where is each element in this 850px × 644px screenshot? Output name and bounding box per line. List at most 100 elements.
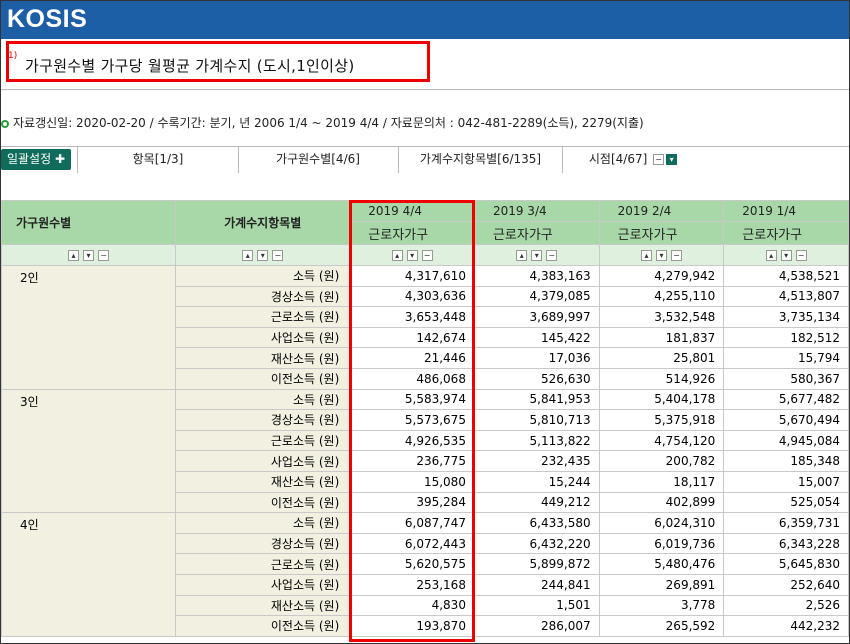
value-cell: 5,645,830 [723,553,849,575]
remove-icon[interactable]: − [670,250,682,261]
value-cell: 4,513,807 [723,285,849,308]
budget-item-label: 사업소득 (원) [175,450,351,472]
table-row: 4인 소득 (원) 6,087,747 6,433,580 6,024,310 6,359… [1,512,849,637]
value-cell: 244,841 [473,573,600,596]
column-household-type: 근로자가구 [473,221,600,245]
value-cell: 4,538,521 [723,265,849,287]
remove-icon[interactable]: − [421,250,433,261]
value-cell: 6,024,310 [598,512,725,534]
tab-budget-item[interactable]: 가계수지항목별[6/135] [399,147,563,173]
column-date: 2019 4/4 [349,200,475,222]
value-cell: 3,653,448 [349,306,475,328]
remove-icon[interactable]: − [546,250,558,261]
budget-item-label: 재산소득 (원) [175,470,351,493]
sort-up-icon[interactable]: ▴ [68,250,80,261]
remove-icon[interactable]: − [98,250,110,261]
sort-controls: ▴ ▾ − [473,244,600,266]
sort-up-icon[interactable]: ▴ [391,250,403,261]
value-cell: 15,794 [723,347,849,369]
column-header-budget-item: 가계수지항목별 [175,200,351,245]
value-cell: 5,670,494 [723,409,849,431]
budget-item-label: 경상소득 (원) [175,532,351,555]
value-cell: 5,841,953 [473,388,600,411]
sort-up-icon[interactable]: ▴ [765,250,777,261]
budget-item-label: 이전소득 (원) [175,615,351,637]
value-cell: 4,317,610 [349,265,475,287]
value-cell: 449,212 [473,491,600,514]
value-cell: 200,782 [598,450,725,472]
value-cell: 442,232 [723,615,849,637]
column-date: 2019 1/4 [723,200,849,222]
expand-down-icon[interactable]: ▾ [666,154,678,165]
value-cell: 402,899 [598,491,725,514]
tab-household-size-label: 가구원수별[4/6] [276,152,360,166]
value-cell: 5,573,675 [349,409,475,431]
value-cell: 4,945,084 [723,429,849,452]
value-cell: 193,870 [349,615,475,637]
column-household-type: 근로자가구 [349,221,475,245]
tab-item-label: 항목[1/3] [132,152,184,166]
value-cell: 4,926,535 [349,429,475,452]
value-cell: 5,375,918 [598,409,725,431]
table-row: 2인 소득 (원) 4,317,610 4,383,163 4,279,942 4,538… [1,265,849,390]
value-cell: 253,168 [349,573,475,596]
value-cell: 4,303,636 [349,285,475,308]
value-cell: 5,677,482 [723,388,849,411]
budget-item-label: 이전소득 (원) [175,367,351,390]
top-bar: KOSIS [1,1,849,39]
value-cell: 25,801 [598,347,725,369]
sort-up-icon[interactable]: ▴ [242,250,254,261]
value-cell: 580,367 [723,367,849,390]
tab-household-size[interactable]: 가구원수별[4/6] [238,147,399,173]
value-cell: 1,501 [473,594,600,617]
sort-down-icon[interactable]: ▾ [780,250,792,261]
batch-settings-button[interactable]: 일괄설정 ✚ [1,149,71,170]
page-title: 가구원수별 가구당 월평균 가계수지 (도시,1인이상) [25,57,355,75]
sort-down-icon[interactable]: ▾ [406,250,418,261]
value-cell: 21,446 [349,347,475,369]
sort-up-icon[interactable]: ▴ [516,250,528,261]
tab-period[interactable]: 시점[4/67] − ▾ [563,147,703,173]
remove-icon[interactable]: − [272,250,284,261]
value-cell: 182,512 [723,326,849,349]
budget-item-label: 소득 (원) [175,265,351,287]
value-cell: 15,080 [349,470,475,493]
household-size-label: 3인 [1,388,177,514]
budget-item-label: 재산소득 (원) [175,347,351,369]
value-cell: 5,113,822 [473,429,600,452]
value-cell: 6,087,747 [349,512,475,534]
sort-controls: ▴ ▾ − [175,244,351,266]
value-cell: 2,526 [723,594,849,617]
sort-down-icon[interactable]: ▾ [531,250,543,261]
value-cell: 6,343,228 [723,532,849,555]
sort-down-icon[interactable]: ▾ [655,250,667,261]
sort-down-icon[interactable]: ▾ [83,250,95,261]
minus-icon[interactable]: − [653,154,665,165]
kosis-logo[interactable]: KOSIS [7,5,87,34]
budget-item-label: 경상소득 (원) [175,285,351,308]
table-body: 2인 소득 (원) 4,317,610 4,383,163 4,279,942 4,538… [1,265,849,637]
sort-controls: ▴ ▾ − [1,244,177,266]
sort-controls: ▴ ▾ − [598,244,725,266]
value-cell: 3,689,997 [473,306,600,328]
value-cell: 236,775 [349,450,475,472]
value-cell: 6,432,220 [473,532,600,555]
tab-item[interactable]: 항목[1/3] [77,147,239,173]
tab-period-label: 시점[4/67] [588,152,648,166]
budget-item-label: 사업소득 (원) [175,573,351,596]
value-cell: 4,754,120 [598,429,725,452]
sort-controls: ▴ ▾ − [349,244,475,266]
value-cell: 142,674 [349,326,475,349]
value-cell: 5,404,178 [598,388,725,411]
remove-icon[interactable]: − [795,250,807,261]
value-cell: 252,640 [723,573,849,596]
data-table: 가구원수별 가계수지항목별 2019 4/4 2019 3/4 2019 2/4… [1,200,849,637]
spacer [1,173,849,199]
value-cell: 269,891 [598,573,725,596]
sort-up-icon[interactable]: ▴ [640,250,652,261]
value-cell: 185,348 [723,450,849,472]
value-cell: 395,284 [349,491,475,514]
plus-icon: ✚ [54,152,66,166]
sort-down-icon[interactable]: ▾ [257,250,269,261]
value-cell: 4,379,085 [473,285,600,308]
